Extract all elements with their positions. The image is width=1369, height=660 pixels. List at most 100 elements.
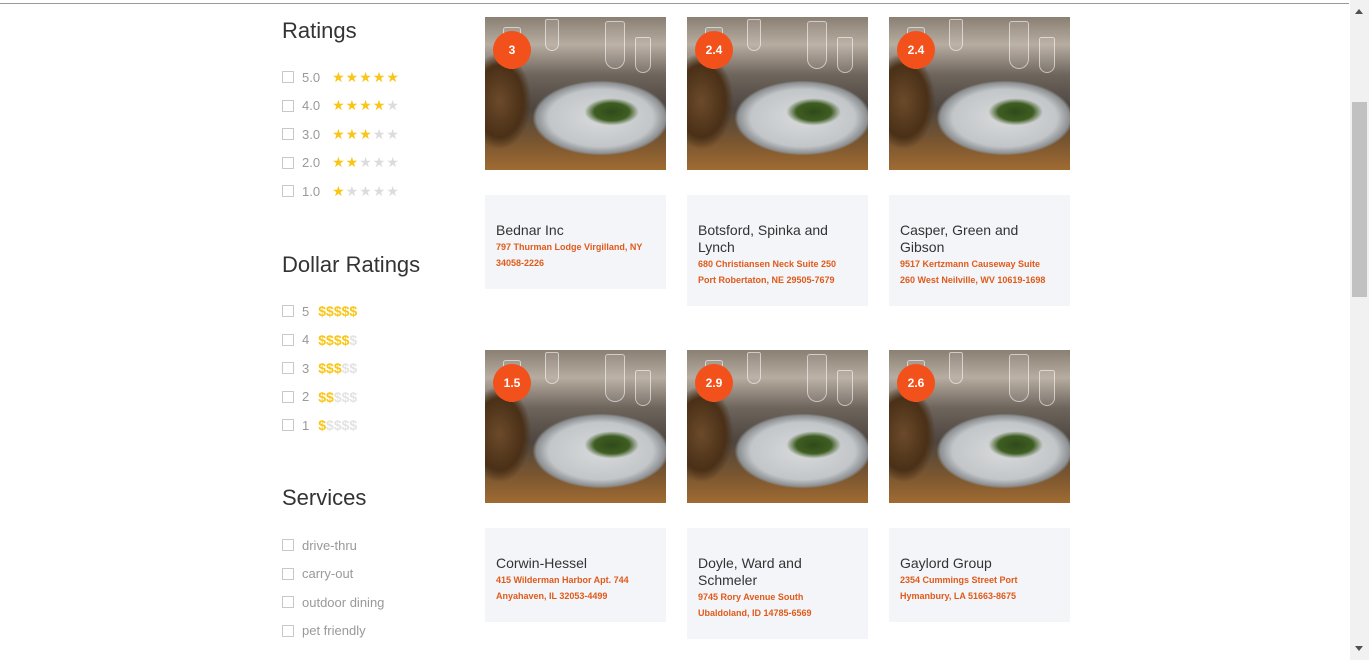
- checkbox-icon[interactable]: [282, 185, 294, 197]
- rating-filter-option[interactable]: 2.0 ★★★★★: [282, 154, 400, 172]
- wine-glass-decoration: [605, 21, 625, 69]
- rating-filter-option[interactable]: 4.0 ★★★★★: [282, 97, 400, 115]
- checkbox-icon[interactable]: [282, 596, 294, 608]
- service-filter-label: outdoor dining: [302, 594, 385, 610]
- star-icon: ★: [359, 154, 373, 170]
- dollar-icon: $: [318, 388, 327, 405]
- restaurant-photo[interactable]: 2.4: [687, 17, 868, 170]
- rating-badge: 2.6: [897, 364, 935, 402]
- dollar-filter-label: 4: [302, 332, 310, 347]
- dollar-rating: $$$$$: [318, 389, 357, 405]
- checkbox-icon[interactable]: [282, 99, 294, 112]
- wine-glass-decoration: [949, 19, 963, 51]
- star-icon: ★: [345, 182, 360, 199]
- restaurant-photo[interactable]: 2.4: [889, 17, 1070, 170]
- wine-glass-decoration: [1009, 354, 1029, 402]
- star-icon: ★: [372, 154, 387, 170]
- star-icon: ★: [345, 154, 360, 170]
- scroll-up-arrow-icon[interactable]: [1355, 9, 1363, 14]
- rating-filter-label: 3.0: [302, 126, 321, 142]
- dollar-icon: $: [326, 388, 334, 405]
- checkbox-icon[interactable]: [282, 71, 294, 83]
- star-icon: ★: [386, 125, 400, 142]
- checkbox-icon[interactable]: [282, 390, 294, 403]
- restaurant-info-card[interactable]: Botsford, Spinka and Lynch 680 Christians…: [687, 195, 868, 306]
- checkbox-icon[interactable]: [282, 539, 294, 551]
- checkbox-icon[interactable]: [282, 156, 294, 169]
- rating-filter-option[interactable]: 5.0 ★★★★★: [282, 68, 400, 86]
- restaurant-address: 680 Christiansen Neck Suite 250 Port Rob…: [698, 259, 837, 285]
- restaurant-photo[interactable]: 1.5: [485, 350, 666, 503]
- restaurant-name[interactable]: Botsford, Spinka and Lynch: [698, 222, 848, 256]
- dollar-icon: $: [318, 303, 327, 319]
- dollar-filter-option[interactable]: 3 $$$$$: [282, 359, 357, 377]
- service-filter-option[interactable]: drive-thru: [282, 536, 357, 554]
- wine-glass-decoration: [1039, 37, 1055, 73]
- dollar-filter-label: 2: [302, 389, 310, 404]
- scroll-down-arrow-icon[interactable]: [1355, 646, 1363, 651]
- restaurant-info-card[interactable]: Corwin-Hessel 415 Wilderman Harbor Apt. 7…: [485, 528, 666, 622]
- rating-badge: 2.4: [897, 31, 935, 69]
- restaurant-address: 797 Thurman Lodge Virgilland, NY 34058-2…: [496, 242, 643, 268]
- restaurant-info-card[interactable]: Gaylord Group 2354 Cummings Street Port H…: [889, 528, 1070, 622]
- vertical-scrollbar[interactable]: [1350, 0, 1369, 660]
- checkbox-icon[interactable]: [282, 128, 294, 140]
- service-filter-option[interactable]: outdoor dining: [282, 593, 384, 611]
- wine-glass-decoration: [635, 37, 651, 73]
- restaurant-address: 9745 Rory Avenue South Ubaldoland, ID 14…: [698, 592, 812, 618]
- dollar-filter-label: 1: [302, 417, 310, 433]
- rating-filter-option[interactable]: 3.0 ★★★★★: [282, 125, 400, 143]
- restaurant-name[interactable]: Doyle, Ward and Schmeler: [698, 555, 848, 589]
- star-icon: ★: [386, 182, 400, 199]
- rating-filter-label: 5.0: [302, 69, 321, 85]
- star-icon: ★: [372, 182, 387, 199]
- dollar-icon: $: [333, 388, 342, 405]
- star-icon: ★: [332, 68, 346, 85]
- rating-filter-label: 2.0: [302, 155, 321, 170]
- dollar-filter-option[interactable]: 5 $$$$$: [282, 302, 357, 320]
- checkbox-icon[interactable]: [282, 333, 294, 346]
- restaurant-photo[interactable]: 3: [485, 17, 666, 170]
- restaurant-info-card[interactable]: Bednar Inc 797 Thurman Lodge Virgilland, …: [485, 195, 666, 289]
- rating-filter-option[interactable]: 1.0 ★★★★★: [282, 182, 400, 200]
- restaurant-details: Botsford, Spinka and Lynch 680 Christians…: [698, 222, 848, 288]
- star-icon: ★: [359, 125, 373, 142]
- restaurant-photo[interactable]: 2.9: [687, 350, 868, 503]
- restaurant-name[interactable]: Gaylord Group: [900, 555, 1050, 572]
- scroll-thumb[interactable]: [1352, 102, 1367, 297]
- checkbox-icon[interactable]: [282, 362, 294, 374]
- dollar-rating: $$$$$: [318, 332, 357, 348]
- star-rating: ★★★★★: [332, 154, 400, 171]
- restaurant-address: 2354 Cummings Street Port Hymanbury, LA …: [900, 575, 1018, 601]
- service-filter-label: carry-out: [302, 566, 354, 581]
- dollar-icon: $: [333, 360, 342, 376]
- dollar-icon: $: [333, 417, 342, 433]
- checkbox-icon[interactable]: [282, 305, 294, 317]
- dollar-icon: $: [318, 331, 327, 348]
- restaurant-name[interactable]: Bednar Inc: [496, 222, 646, 239]
- restaurant-name[interactable]: Casper, Green and Gibson: [900, 222, 1050, 256]
- dollar-filter-option[interactable]: 2 $$$$$: [282, 388, 357, 406]
- service-filter-option[interactable]: pet friendly: [282, 622, 366, 640]
- restaurant-address: 415 Wilderman Harbor Apt. 744 Anyahaven,…: [496, 575, 629, 601]
- wine-glass-decoration: [807, 21, 827, 69]
- restaurant-details: Casper, Green and Gibson 9517 Kertzmann C…: [900, 222, 1050, 288]
- restaurant-info-card[interactable]: Doyle, Ward and Schmeler 9745 Rory Avenue…: [687, 528, 868, 639]
- wine-glass-decoration: [545, 19, 559, 51]
- dollar-filter-option[interactable]: 1 $$$$$: [282, 416, 357, 434]
- star-rating: ★★★★★: [332, 126, 400, 143]
- wine-glass-decoration: [747, 19, 761, 51]
- service-filter-option[interactable]: carry-out: [282, 565, 353, 583]
- rating-badge: 2.4: [695, 31, 733, 69]
- dollar-rating: $$$$$: [318, 360, 357, 376]
- checkbox-icon[interactable]: [282, 567, 294, 580]
- restaurant-info-card[interactable]: Casper, Green and Gibson 9517 Kertzmann C…: [889, 195, 1070, 306]
- restaurant-details: Bednar Inc 797 Thurman Lodge Virgilland, …: [496, 222, 646, 271]
- checkbox-icon[interactable]: [282, 624, 294, 637]
- restaurant-photo[interactable]: 2.6: [889, 350, 1070, 503]
- star-icon: ★: [332, 182, 346, 199]
- dollar-filter-option[interactable]: 4 $$$$$: [282, 331, 357, 349]
- checkbox-icon[interactable]: [282, 419, 294, 431]
- restaurant-name[interactable]: Corwin-Hessel: [496, 555, 646, 572]
- dollar-icon: $: [326, 331, 334, 348]
